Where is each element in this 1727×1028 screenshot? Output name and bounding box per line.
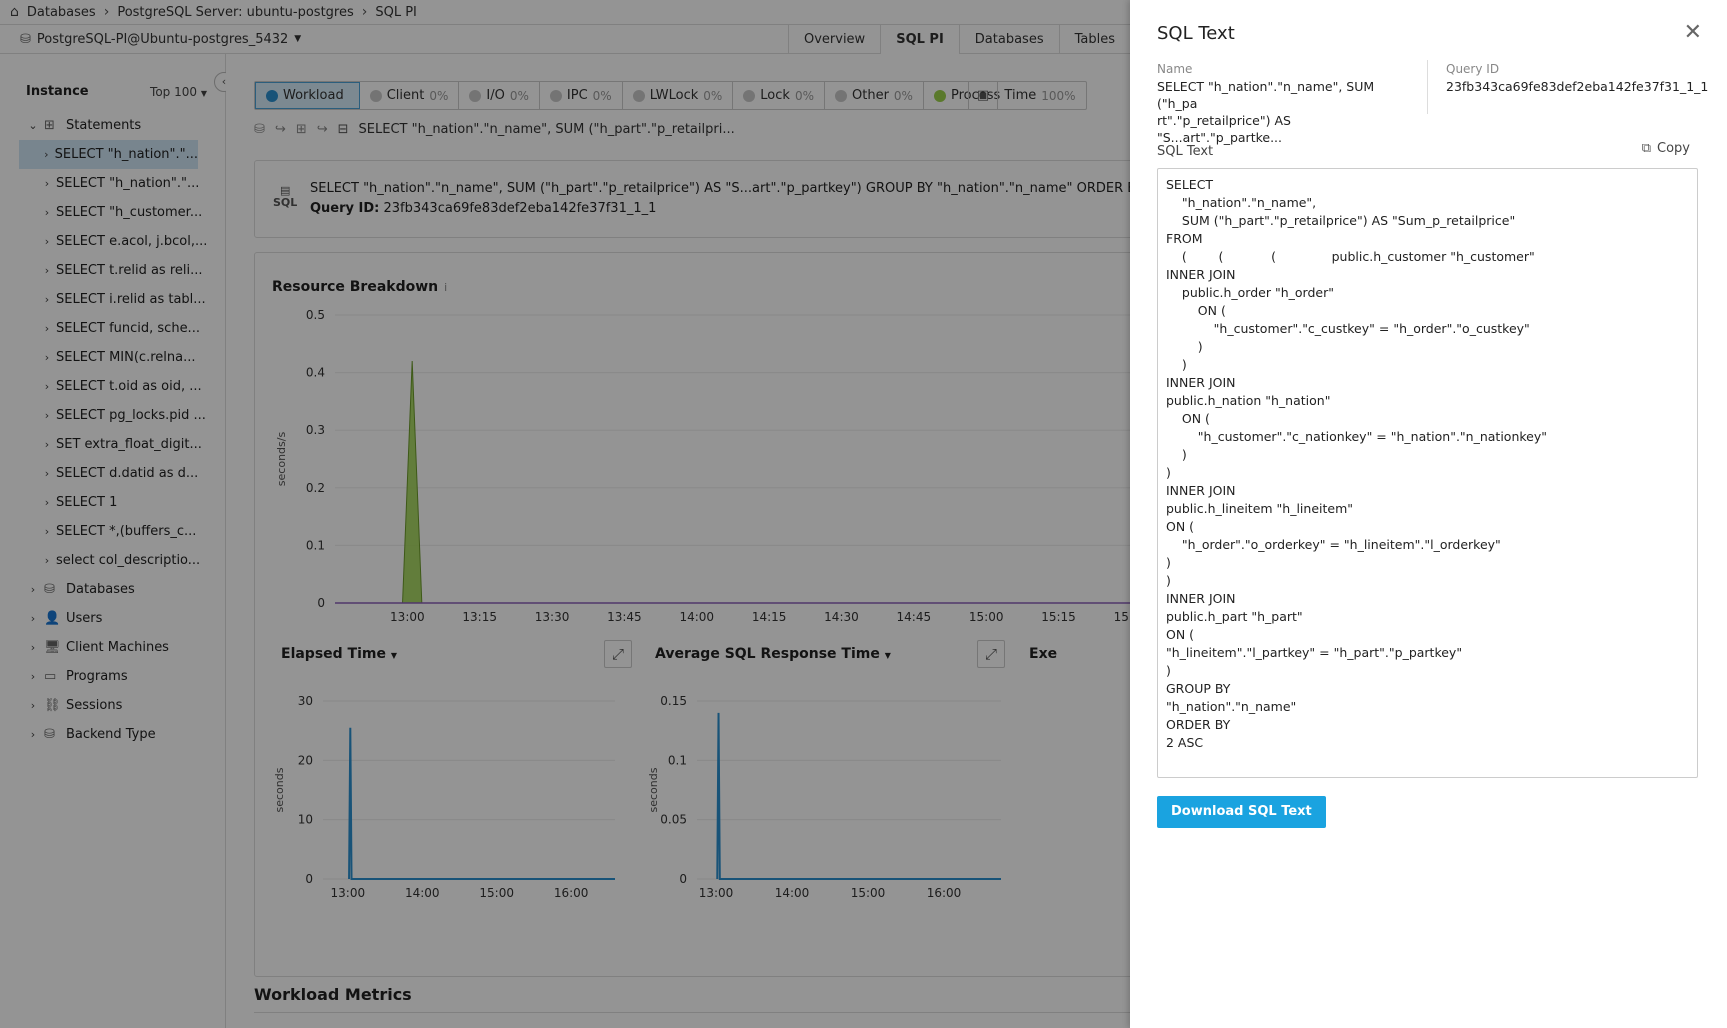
sql-line: INNER JOIN (1166, 375, 1236, 390)
name-value: SELECT "h_nation"."n_name", SUM ("h_pa r… (1157, 79, 1375, 145)
sql-line: ON ( (1166, 627, 1195, 642)
sql-line: ( ( ( public.h_customer "h_customer" (1166, 249, 1535, 264)
sql-line: "h_customer"."c_custkey" = "h_order"."o_… (1166, 321, 1530, 336)
sql-line: public.h_lineitem "h_lineitem" (1166, 501, 1353, 516)
sql-line: ) (1166, 447, 1187, 462)
sql-line: ORDER BY (1166, 717, 1231, 732)
sql-line: 2 ASC (1166, 735, 1204, 750)
sql-line: ) (1166, 663, 1171, 678)
sql-line: ON ( (1166, 411, 1210, 426)
sql-line: ) (1166, 555, 1171, 570)
name-label: Name (1157, 62, 1193, 76)
sql-line: public.h_order "h_order" (1166, 285, 1334, 300)
modal-backdrop[interactable] (0, 0, 1130, 1028)
sql-line: INNER JOIN (1166, 483, 1236, 498)
sql-text-label: SQL Text (1157, 144, 1214, 159)
query-id-field: Query ID 23fb343ca69fe83def2eba142fe37f3… (1446, 62, 1709, 95)
divider (1427, 60, 1428, 114)
close-icon[interactable]: ✕ (1684, 20, 1702, 45)
sql-pi-app: ⌂ Databases › PostgreSQL Server: ubuntu-… (0, 0, 1727, 1028)
sql-line: FROM (1166, 231, 1203, 246)
sql-text-panel: SQL Text ✕ Name SELECT "h_nation"."n_nam… (1130, 0, 1727, 1028)
sql-line: ) (1166, 573, 1171, 588)
sql-line: "h_lineitem"."l_partkey" = "h_part"."p_p… (1166, 645, 1463, 660)
copy-button[interactable]: ⧉ Copy (1642, 141, 1690, 156)
sql-text-box[interactable]: SELECT "h_nation"."n_name", SUM ("h_part… (1157, 168, 1698, 778)
sql-line: "h_order"."o_orderkey" = "h_lineitem"."l… (1166, 537, 1501, 552)
sql-line: ON ( (1166, 519, 1195, 534)
sql-line: public.h_part "h_part" (1166, 609, 1303, 624)
sql-line: "h_nation"."n_name", (1166, 195, 1317, 210)
sql-line: GROUP BY (1166, 681, 1231, 696)
name-field: Name SELECT "h_nation"."n_name", SUM ("h… (1157, 62, 1407, 146)
sql-line: "h_nation"."n_name" (1166, 699, 1297, 714)
copy-icon: ⧉ (1641, 141, 1652, 156)
sql-line: ON ( (1166, 303, 1226, 318)
download-sql-button[interactable]: Download SQL Text (1157, 796, 1326, 828)
sql-line: SUM ("h_part"."p_retailprice") AS "Sum_p… (1166, 213, 1516, 228)
panel-title: SQL Text (1157, 23, 1235, 44)
sql-line: INNER JOIN (1166, 267, 1236, 282)
sql-line: ) (1166, 357, 1187, 372)
sql-line: "h_customer"."c_nationkey" = "h_nation".… (1166, 429, 1547, 444)
sql-line: public.h_nation "h_nation" (1166, 393, 1331, 408)
sql-line: ) (1166, 339, 1203, 354)
sql-line: INNER JOIN (1166, 591, 1236, 606)
query-id-label: Query ID (1446, 62, 1500, 76)
sql-line: SELECT (1166, 177, 1214, 192)
query-id-value: 23fb343ca69fe83def2eba142fe37f31_1_1 (1446, 79, 1709, 94)
sql-line: ) (1166, 465, 1171, 480)
